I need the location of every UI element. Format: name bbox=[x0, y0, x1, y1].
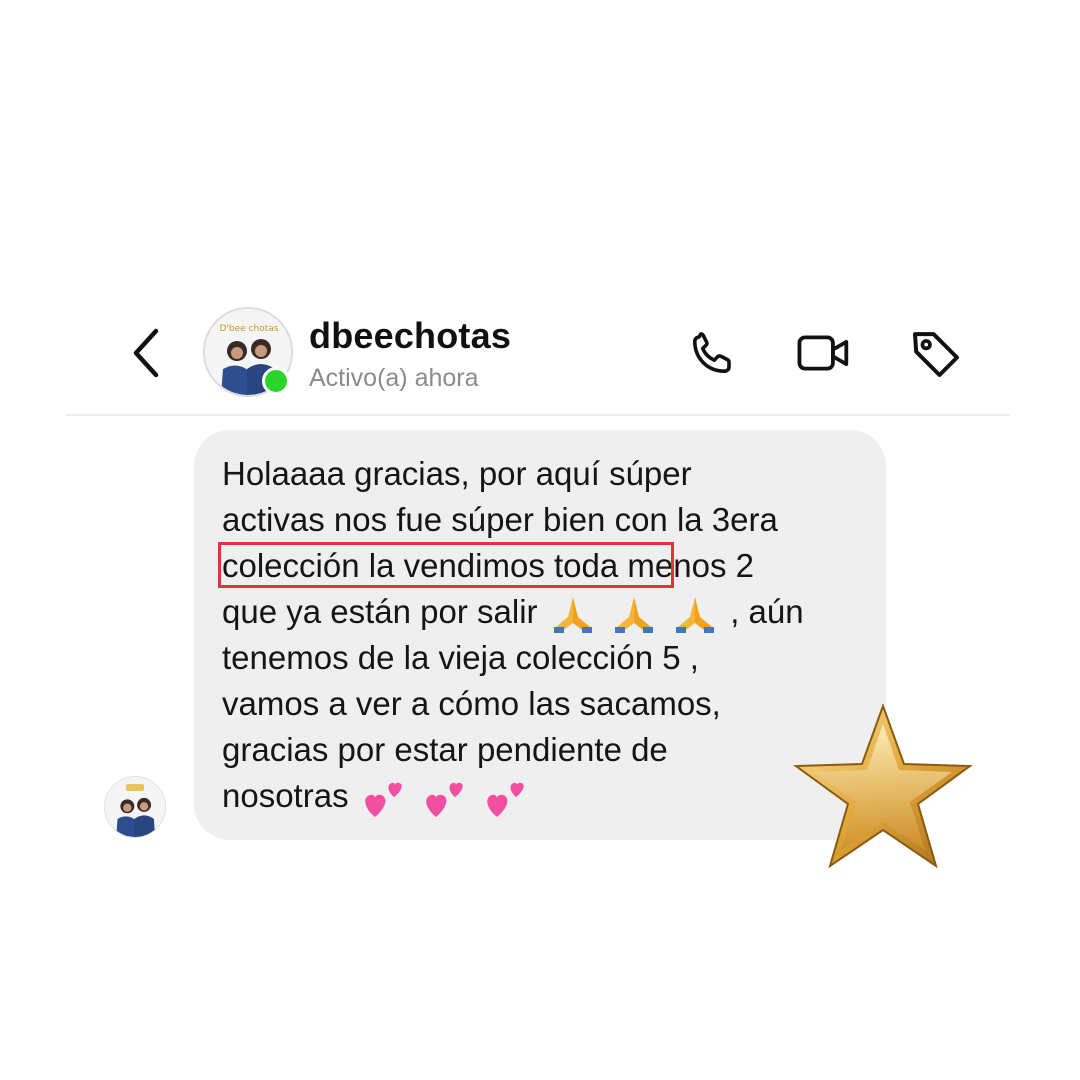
sender-avatar[interactable] bbox=[104, 776, 166, 838]
highlight-box bbox=[218, 542, 674, 588]
tag-button[interactable] bbox=[908, 326, 964, 387]
message-text: , aún bbox=[730, 593, 804, 630]
two-hearts-emoji bbox=[426, 783, 463, 818]
avatar-image bbox=[105, 777, 165, 837]
online-indicator bbox=[262, 367, 290, 395]
back-button[interactable] bbox=[128, 325, 168, 381]
two-hearts-emoji bbox=[365, 783, 402, 818]
avatar-logo: D'bee chotas bbox=[220, 324, 279, 334]
header-divider bbox=[66, 414, 1010, 416]
folded-hands-emoji bbox=[614, 597, 653, 634]
video-camera-icon bbox=[797, 335, 849, 371]
message-line-with-emoji: nosotras bbox=[222, 776, 532, 819]
message-line-with-emoji: que ya están por salir , aún bbox=[222, 592, 804, 635]
active-status: Activo(a) ahora bbox=[309, 364, 479, 392]
phone-icon bbox=[692, 332, 731, 374]
message-text: nosotras bbox=[222, 777, 349, 814]
message-line: Holaaaa gracias, por aquí súper bbox=[222, 455, 692, 492]
message-text: que ya están por salir bbox=[222, 593, 538, 630]
video-call-button[interactable] bbox=[795, 326, 853, 385]
two-hearts-emoji bbox=[487, 783, 524, 818]
message-line: gracias por estar pendiente de bbox=[222, 731, 668, 768]
message-line: activas nos fue súper bien con la 3era bbox=[222, 501, 778, 538]
tag-icon bbox=[913, 332, 959, 377]
pray-emojis bbox=[547, 593, 731, 634]
call-button[interactable] bbox=[686, 326, 740, 385]
chevron-left-icon bbox=[133, 328, 159, 378]
folded-hands-emoji bbox=[676, 597, 715, 634]
message-line: tenemos de la vieja colección 5 , bbox=[222, 639, 699, 676]
hearts-emojis bbox=[358, 777, 532, 818]
username[interactable]: dbeechotas bbox=[309, 315, 511, 357]
folded-hands-emoji bbox=[553, 597, 592, 634]
gold-star-decoration bbox=[793, 704, 973, 869]
message-line: vamos a ver a cómo las sacamos, bbox=[222, 685, 721, 722]
